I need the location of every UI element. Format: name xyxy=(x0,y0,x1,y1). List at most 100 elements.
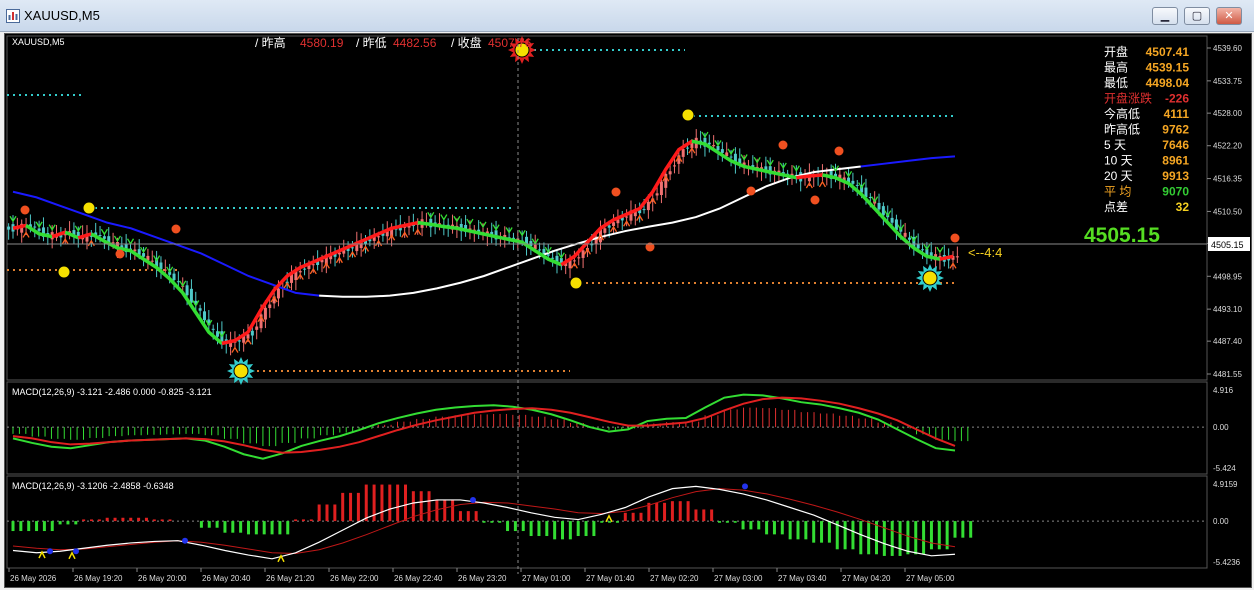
close-value: 4507.76 xyxy=(488,36,532,50)
arrow-down-icon xyxy=(126,238,135,245)
stat-value: 4111 xyxy=(1164,107,1190,121)
macd-y-tick-label: 4.916 xyxy=(1213,386,1234,395)
candle-body xyxy=(577,257,581,259)
symbol-label: XAUUSD,M5 xyxy=(12,37,65,47)
swing-dot-red xyxy=(746,186,756,196)
candle-body xyxy=(581,250,585,258)
arrow-up-icon xyxy=(231,346,239,353)
macd2-panel-border xyxy=(6,475,1208,569)
y-tick-label: 4528.00 xyxy=(1213,109,1242,118)
candle-body xyxy=(642,209,646,211)
swing-dot-red xyxy=(810,195,820,205)
candle-body xyxy=(921,249,925,251)
candle-body xyxy=(268,304,272,309)
candle-body xyxy=(720,149,724,153)
x-tick-label: 26 May 20:40 xyxy=(202,574,251,583)
stat-label: 5 天 xyxy=(1104,138,1126,152)
starburst-core xyxy=(233,363,249,379)
candle-body xyxy=(681,149,685,157)
level-lines-layer xyxy=(7,49,955,372)
x-tick-label: 26 May 22:40 xyxy=(394,574,443,583)
y-tick-label: 4493.10 xyxy=(1213,305,1242,314)
stat-value: 4507.41 xyxy=(1146,45,1190,59)
trend-line-red xyxy=(939,254,954,261)
x-tick-label: 26 May 19:20 xyxy=(74,574,123,583)
minimize-button[interactable]: ▁ xyxy=(1152,7,1178,25)
chart-canvas[interactable]: 4539.60 4533.75 4528.00 4522.20 4516.35 4510.… xyxy=(5,34,1251,587)
bar-countdown-marker: <--4:4 xyxy=(968,245,1002,260)
candle-body xyxy=(855,184,859,186)
candle-body xyxy=(250,330,254,336)
candle-body xyxy=(659,181,663,196)
starburst-marker xyxy=(227,357,255,385)
y-tick-label: 4487.40 xyxy=(1213,337,1242,346)
prev-low-label: / 昨低 xyxy=(356,36,387,50)
candle-body xyxy=(211,328,215,330)
candle-body xyxy=(142,253,146,257)
swing-dot-yellow xyxy=(569,276,583,290)
stat-value: 4498.04 xyxy=(1146,76,1190,90)
prev-high-value: 4580.19 xyxy=(300,36,344,50)
macd2-cross-dot xyxy=(182,537,188,544)
trend-line-red xyxy=(560,139,693,267)
stat-value: 4539.15 xyxy=(1146,61,1190,75)
candle-body xyxy=(202,311,206,320)
swing-dot-red xyxy=(834,146,844,156)
candle-body xyxy=(672,165,676,167)
candle-body xyxy=(890,217,894,223)
maximize-button[interactable]: ▢ xyxy=(1184,7,1210,25)
trend-lines-layer xyxy=(12,139,956,346)
macd-y-tick-label: 4.9159 xyxy=(1213,480,1238,489)
arrow-up-icon xyxy=(68,551,76,560)
arrow-up-icon xyxy=(818,180,827,188)
y-tick-label: 4481.55 xyxy=(1213,370,1242,379)
candle-body xyxy=(255,326,259,330)
candle-body xyxy=(712,145,716,147)
stats-panel: 开盘 4507.41 最高 4539.15 最低 4498.04开盘涨跌 -226 今高低 41… xyxy=(1104,44,1189,214)
candle-body xyxy=(303,268,307,270)
candle-body xyxy=(603,228,607,233)
y-tick-label: 4522.20 xyxy=(1213,142,1242,151)
current-price-tag: 4505.15 xyxy=(1211,240,1244,250)
stat-label: 最高 xyxy=(1104,60,1128,75)
macd2-cross-dot xyxy=(47,548,53,555)
x-tick-label: 27 May 05:00 xyxy=(906,574,955,583)
candle-body xyxy=(111,242,115,244)
candle-body xyxy=(607,225,611,228)
candle-body xyxy=(189,288,193,303)
candle-body xyxy=(198,308,202,311)
stat-label: 今高低 xyxy=(1104,106,1140,121)
x-tick-label: 26 May 21:20 xyxy=(266,574,315,583)
moving-average-blue xyxy=(860,155,956,168)
arrow-down-icon xyxy=(100,228,108,236)
close-button[interactable]: ✕ xyxy=(1216,7,1242,25)
x-tick-label: 26 May 20:00 xyxy=(138,574,187,583)
trend-line-red xyxy=(12,223,27,230)
candle-body xyxy=(907,237,911,240)
stat-value: 9070 xyxy=(1162,185,1189,199)
macd-y-tick-label: -5.424 xyxy=(1213,464,1236,473)
trend-line-green xyxy=(64,230,79,240)
candle-body xyxy=(263,307,267,320)
candle-body xyxy=(851,180,855,184)
candle-body xyxy=(37,228,41,231)
stat-value: 9913 xyxy=(1162,169,1189,183)
trend-line-red xyxy=(221,220,419,346)
axis-labels-layer: 4539.60 4533.75 4528.00 4522.20 4516.35 4510.… xyxy=(8,44,1242,583)
macd2-title: MACD(12,26,9) -3.1206 -2.4858 -0.6348 xyxy=(12,481,174,491)
y-tick-label: 4516.35 xyxy=(1213,175,1242,184)
candle-body xyxy=(955,256,959,258)
chart-window[interactable]: 4539.60 4533.75 4528.00 4522.20 4516.35 4510.… xyxy=(4,33,1252,588)
stat-label: 开盘涨跌 xyxy=(1104,91,1152,106)
candle-body xyxy=(350,247,354,249)
x-tick-label: 26 May 23:20 xyxy=(458,574,507,583)
stat-label: 最低 xyxy=(1104,76,1128,90)
trend-line-red xyxy=(77,232,92,240)
candle-body xyxy=(903,232,907,237)
y-tick-label: 4539.60 xyxy=(1213,44,1242,53)
x-tick-label: 27 May 02:20 xyxy=(650,574,699,583)
stat-value: 9762 xyxy=(1162,123,1189,137)
macd1-title: MACD(12,26,9) -3.121 -2.486 0.000 -0.825… xyxy=(12,387,212,397)
candle-body xyxy=(655,193,659,196)
candle-body xyxy=(881,206,885,216)
